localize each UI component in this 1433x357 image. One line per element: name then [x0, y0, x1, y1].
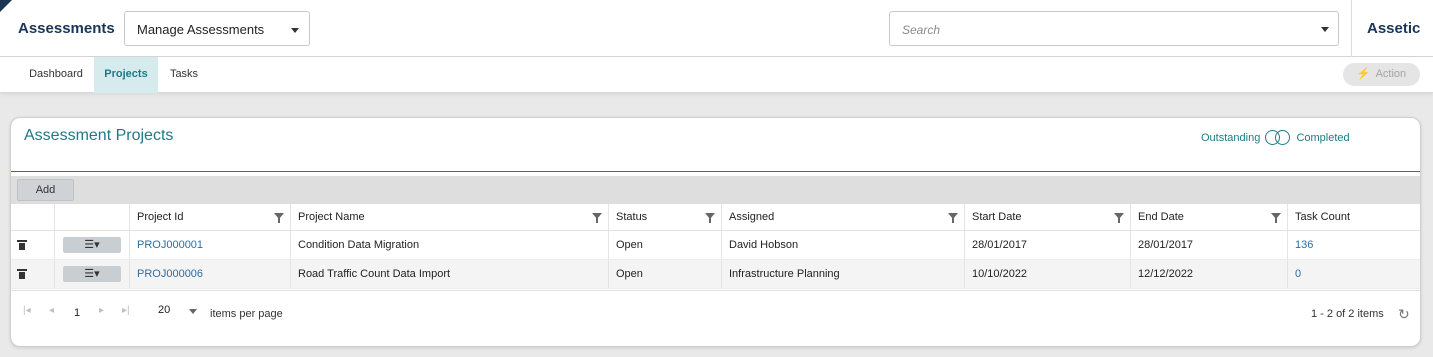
- filter-icon[interactable]: [1114, 213, 1124, 223]
- tab-projects[interactable]: Projects: [94, 57, 158, 93]
- corner-accent: [0, 0, 12, 12]
- lightning-icon: ⚡: [1356, 68, 1371, 80]
- toggle-label-outstanding: Outstanding: [1201, 131, 1261, 144]
- column-header-start-date[interactable]: Start Date: [964, 204, 1130, 230]
- toggle-track: [1275, 130, 1291, 145]
- trash-can: [19, 243, 25, 250]
- column-header-label: Project Name: [298, 211, 365, 223]
- action-button[interactable]: ⚡ Action: [1343, 63, 1420, 86]
- search-input[interactable]: Search: [889, 11, 1339, 46]
- grid-toolbar: Add: [11, 176, 1420, 204]
- module-select-value: Manage Assessments: [137, 22, 265, 37]
- column-header-task-count[interactable]: Task Count: [1287, 204, 1420, 230]
- column-header-assigned[interactable]: Assigned: [721, 204, 964, 230]
- filter-icon[interactable]: [1271, 213, 1281, 223]
- add-button[interactable]: Add: [17, 179, 74, 201]
- nav-bar: Dashboard Projects Tasks ⚡ Action: [0, 57, 1433, 93]
- assigned-cell: David Hobson: [721, 231, 964, 259]
- refresh-icon[interactable]: ↻: [1398, 306, 1410, 323]
- status-cell: Open: [608, 260, 721, 288]
- per-page-label: items per page: [210, 308, 283, 320]
- tab-dashboard[interactable]: Dashboard: [16, 57, 96, 93]
- header-menu-col: [54, 204, 129, 230]
- filter-icon[interactable]: [948, 213, 958, 223]
- task-count-link[interactable]: 136: [1287, 231, 1420, 259]
- table-row[interactable]: ☰▾ PROJ000001 Condition Data Migration O…: [11, 231, 1420, 260]
- start-date-cell: 10/10/2022: [964, 260, 1130, 288]
- column-header-label: End Date: [1138, 211, 1184, 223]
- column-header-status[interactable]: Status: [608, 204, 721, 230]
- pager: |◂ ◂ 1 ▸ ▸| 20 items per page 1 - 2 of 2…: [11, 290, 1420, 334]
- status-toggle[interactable]: Outstanding Completed: [1201, 130, 1350, 146]
- table-row[interactable]: ☰▾ PROJ000006 Road Traffic Count Data Im…: [11, 260, 1420, 289]
- item-count: 1 - 2 of 2 items: [1311, 308, 1384, 320]
- end-date-cell: 12/12/2022: [1130, 260, 1287, 288]
- next-page-icon[interactable]: ▸: [99, 305, 104, 316]
- page-size-select[interactable]: 20: [158, 304, 170, 316]
- grid-header: Project Id Project Name Status Assigned …: [11, 204, 1420, 231]
- column-header-label: Start Date: [972, 211, 1022, 223]
- column-header-label: Task Count: [1295, 211, 1351, 223]
- status-cell: Open: [608, 231, 721, 259]
- current-page[interactable]: 1: [74, 307, 80, 319]
- panel-divider: [11, 171, 1420, 172]
- header-divider: [1351, 0, 1352, 57]
- column-header-project-id[interactable]: Project Id: [129, 204, 290, 230]
- menu-cell: ☰▾: [54, 231, 129, 259]
- column-header-project-name[interactable]: Project Name: [290, 204, 608, 230]
- row-menu-button[interactable]: ☰▾: [63, 266, 121, 282]
- start-date-cell: 28/01/2017: [964, 231, 1130, 259]
- project-name-cell: Condition Data Migration: [290, 231, 608, 259]
- row-menu-button[interactable]: ☰▾: [63, 237, 121, 253]
- end-date-cell: 28/01/2017: [1130, 231, 1287, 259]
- column-header-end-date[interactable]: End Date: [1130, 204, 1287, 230]
- filter-icon[interactable]: [274, 213, 284, 223]
- last-page-icon[interactable]: ▸|: [122, 305, 130, 316]
- toggle-switch[interactable]: [1265, 130, 1291, 145]
- trash-lid: [17, 269, 27, 271]
- tab-tasks[interactable]: Tasks: [158, 57, 210, 93]
- delete-cell: [11, 231, 54, 259]
- delete-cell: [11, 260, 54, 288]
- filter-icon[interactable]: [705, 213, 715, 223]
- menu-cell: ☰▾: [54, 260, 129, 288]
- column-header-label: Project Id: [137, 211, 184, 223]
- project-id-link[interactable]: PROJ000001: [129, 231, 290, 259]
- header-delete-col: [11, 204, 54, 230]
- assigned-cell: Infrastructure Planning: [721, 260, 964, 288]
- trash-can: [19, 272, 25, 279]
- task-count-link[interactable]: 0: [1287, 260, 1420, 288]
- app-title: Assessments: [18, 20, 115, 37]
- assessment-projects-panel: Assessment Projects Outstanding Complete…: [10, 117, 1421, 347]
- module-select[interactable]: Manage Assessments: [124, 11, 310, 46]
- search-placeholder: Search: [902, 23, 941, 37]
- filter-icon[interactable]: [592, 213, 602, 223]
- project-id-link[interactable]: PROJ000006: [129, 260, 290, 288]
- trash-icon[interactable]: [17, 269, 27, 279]
- chevron-down-icon[interactable]: [189, 309, 197, 314]
- panel-title: Assessment Projects: [24, 127, 174, 144]
- project-name-cell: Road Traffic Count Data Import: [290, 260, 608, 288]
- first-page-icon[interactable]: |◂: [23, 305, 31, 316]
- action-label: Action: [1375, 68, 1407, 80]
- chevron-down-icon[interactable]: [1321, 27, 1329, 32]
- toggle-label-completed: Completed: [1296, 131, 1350, 144]
- trash-icon[interactable]: [17, 240, 27, 250]
- column-header-label: Assigned: [729, 211, 775, 223]
- prev-page-icon[interactable]: ◂: [49, 305, 54, 316]
- brand-logo: Assetic: [1367, 20, 1421, 37]
- trash-lid: [17, 240, 27, 242]
- column-header-label: Status: [616, 211, 648, 223]
- chevron-down-icon: [291, 28, 299, 33]
- app-header: Assessments Manage Assessments Search As…: [0, 0, 1433, 57]
